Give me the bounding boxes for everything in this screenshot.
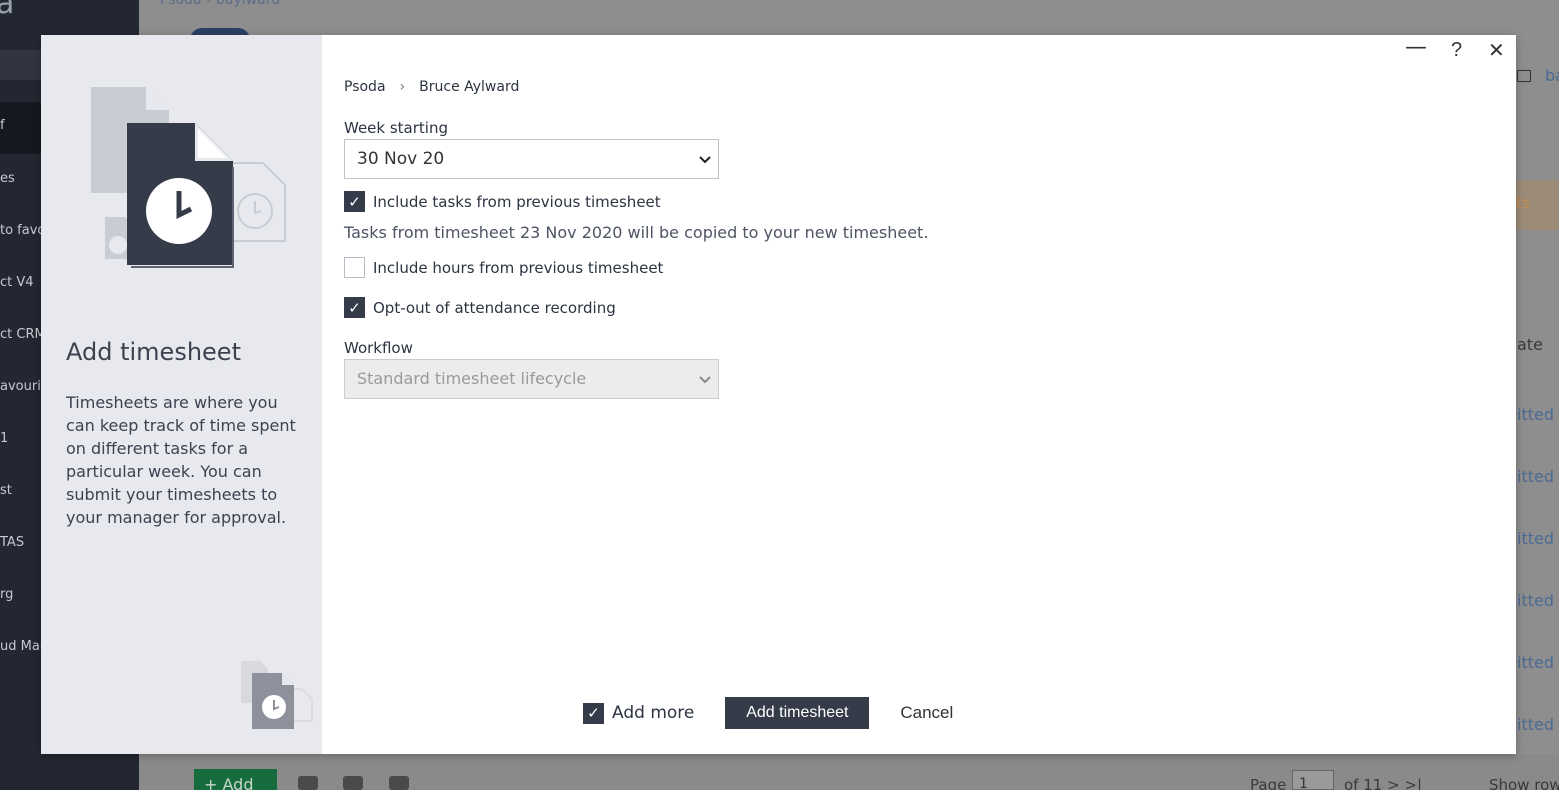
bg-tab-label: ts bbox=[1516, 194, 1530, 212]
bg-tab: ts bbox=[1516, 180, 1559, 230]
week-starting-select[interactable]: 30 Nov 20 bbox=[344, 139, 719, 179]
add-more-checkbox[interactable]: ✓ bbox=[583, 702, 604, 724]
week-starting-value: 30 Nov 20 bbox=[357, 149, 445, 169]
check-icon: ✓ bbox=[348, 192, 361, 211]
minimize-icon[interactable]: — bbox=[1405, 37, 1427, 59]
include-tasks-checkbox[interactable]: ✓ bbox=[344, 191, 365, 212]
add-timesheet-dialog: Add timesheet Timesheets are where you c… bbox=[41, 35, 1516, 754]
opt-out-attendance-label[interactable]: Opt-out of attendance recording bbox=[373, 299, 616, 317]
copy-info-text: Tasks from timesheet 23 Nov 2020 will be… bbox=[344, 223, 929, 242]
include-hours-checkbox[interactable] bbox=[344, 257, 365, 278]
bg-status-text: itted bbox=[1517, 653, 1554, 672]
bg-show-rows: Show row bbox=[1489, 776, 1559, 790]
check-icon: ✓ bbox=[348, 298, 361, 317]
help-icon[interactable]: ? bbox=[1451, 39, 1462, 61]
bg-page-input: 1 bbox=[1292, 770, 1334, 790]
bg-status-text: itted bbox=[1517, 591, 1554, 610]
bg-column-header: ate bbox=[1517, 335, 1543, 354]
cancel-button[interactable]: Cancel bbox=[900, 703, 953, 723]
dialog-info-panel: Add timesheet Timesheets are where you c… bbox=[41, 35, 322, 754]
bg-pager-of: of 11 > >| bbox=[1344, 776, 1423, 790]
bg-status-text: itted bbox=[1517, 529, 1554, 548]
add-more-row[interactable]: ✓ Add more bbox=[583, 702, 694, 724]
bg-breadcrumb: Psoda › baylward bbox=[160, 0, 281, 8]
bg-pager-label: Page bbox=[1250, 776, 1287, 790]
bg-tool-icon bbox=[389, 776, 409, 790]
gear-icon bbox=[298, 776, 318, 790]
workflow-value: Standard timesheet lifecycle bbox=[357, 369, 587, 388]
breadcrumb-root[interactable]: Psoda bbox=[344, 79, 386, 95]
app-logo: a bbox=[0, 0, 15, 21]
workflow-select: Standard timesheet lifecycle bbox=[344, 359, 719, 399]
week-starting-label: Week starting bbox=[344, 119, 448, 137]
bg-status-text: itted bbox=[1517, 405, 1554, 424]
close-icon[interactable]: ✕ bbox=[1488, 39, 1505, 61]
chevron-down-icon bbox=[699, 376, 711, 384]
check-icon: ✓ bbox=[587, 704, 600, 722]
breadcrumb: Psoda › Bruce Aylward bbox=[344, 79, 519, 95]
opt-out-attendance-checkbox[interactable]: ✓ bbox=[344, 297, 365, 318]
chevron-down-icon bbox=[699, 156, 711, 164]
timesheet-document-icon bbox=[241, 661, 313, 729]
opt-out-attendance-row[interactable]: ✓ Opt-out of attendance recording bbox=[344, 297, 616, 318]
breadcrumb-current[interactable]: Bruce Aylward bbox=[419, 79, 519, 95]
workflow-label: Workflow bbox=[344, 339, 413, 357]
timesheet-document-icon bbox=[91, 87, 286, 268]
bg-status-text: itted bbox=[1517, 467, 1554, 486]
add-timesheet-button[interactable]: Add timesheet bbox=[725, 697, 870, 729]
bg-user-text: ba bbox=[1545, 66, 1559, 85]
dialog-footer: ✓ Add more Add timesheet Cancel bbox=[583, 697, 953, 729]
add-more-label[interactable]: Add more bbox=[612, 703, 694, 723]
include-tasks-label[interactable]: Include tasks from previous timesheet bbox=[373, 193, 661, 211]
chevron-right-icon: › bbox=[399, 79, 406, 95]
dialog-title: Add timesheet bbox=[66, 338, 241, 366]
bg-add-button: + Add bbox=[194, 769, 277, 790]
dialog-description: Timesheets are where you can keep track … bbox=[66, 393, 296, 527]
mail-icon bbox=[1517, 70, 1531, 82]
bg-tool-icon bbox=[343, 776, 363, 790]
include-hours-label[interactable]: Include hours from previous timesheet bbox=[373, 259, 663, 277]
include-tasks-row[interactable]: ✓ Include tasks from previous timesheet bbox=[344, 191, 661, 212]
bg-status-text: itted bbox=[1517, 715, 1554, 734]
include-hours-row[interactable]: Include hours from previous timesheet bbox=[344, 257, 663, 278]
